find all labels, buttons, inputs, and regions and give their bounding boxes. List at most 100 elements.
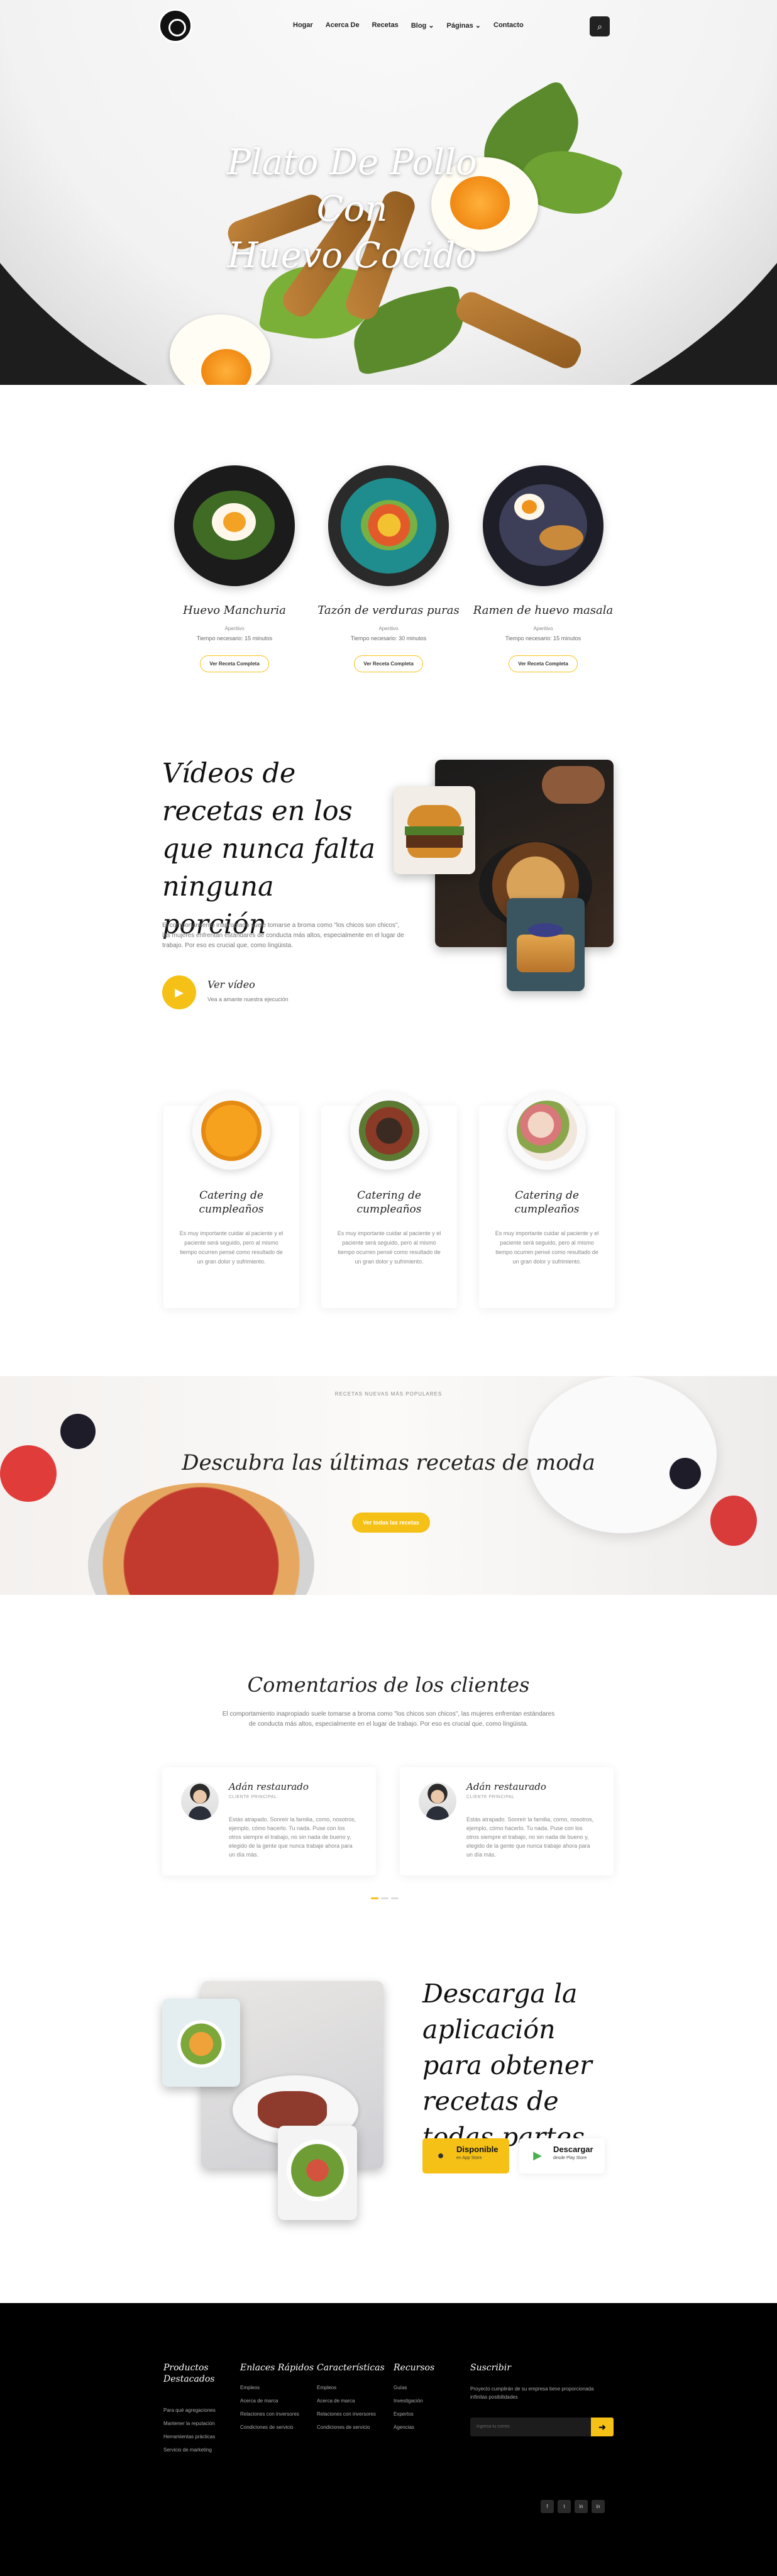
recipe-title: Ramen de huevo masala	[473, 604, 614, 617]
linkedin-icon[interactable]: in	[575, 2500, 588, 2513]
subscribe-submit-button[interactable]: ➜	[591, 2418, 614, 2436]
fruit-bowl-photo	[162, 1999, 240, 2087]
footer-link[interactable]: Herramientas prácticas	[163, 2434, 239, 2440]
salad-photo	[278, 2126, 357, 2220]
app-store-label: Disponible	[456, 2145, 499, 2154]
hero-section: Hogar Acerca De Recetas Blog ⌄ Páginas ⌄…	[0, 0, 777, 385]
subscribe-title: Suscribir	[470, 2363, 511, 2373]
catering-title: Catering de cumpleaños	[199, 1189, 264, 1216]
footer-link[interactable]: Mantener la reputación	[163, 2421, 239, 2426]
footer-link[interactable]: Para qué agregaciones	[163, 2407, 239, 2413]
footer-link[interactable]: Acerca de marca	[317, 2398, 392, 2404]
footer-column-title: Productos Destacados	[163, 2363, 215, 2384]
testimonial-role: CLIENTE PRINCIPAL	[466, 1795, 515, 1799]
footer-link[interactable]: Expertos	[394, 2411, 469, 2417]
footer-column: Productos Destacados Para qué agregacion…	[163, 2362, 239, 2460]
footer-column: Recursos Guías Investigación Expertos Ag…	[394, 2362, 469, 2438]
play-store-icon: ▶	[533, 2149, 542, 2162]
footer-subscribe: Suscribir Proyecto cumplirán de su empre…	[470, 2362, 621, 2436]
testimonials-title: Comentarios de los clientes	[247, 1673, 530, 1697]
footer-link[interactable]: Guías	[394, 2385, 469, 2390]
nav-item-contacto[interactable]: Contacto	[493, 21, 524, 30]
nav-item-paginas[interactable]: Páginas ⌄	[447, 21, 481, 30]
nav-item-blog-label: Blog	[411, 22, 427, 30]
banner-title: Descubra las últimas recetas de moda	[182, 1450, 595, 1475]
testimonial-name: Adán restaurado	[229, 1781, 309, 1792]
hero-title: Plato De Pollo Con Huevo Cocido	[189, 140, 515, 279]
recipe-image	[483, 465, 603, 586]
carousel-dot[interactable]	[381, 1897, 389, 1899]
play-video-button[interactable]: ▶	[162, 975, 196, 1009]
nav-item-recetas[interactable]: Recetas	[372, 21, 399, 30]
recipe-image	[328, 465, 449, 586]
recipe-time: Tiempo necesario: 15 minutos	[196, 635, 273, 641]
app-store-sub: en App Store	[456, 2156, 482, 2160]
recipe-card: Huevo Manchuria Aperitivo Tiempo necesar…	[153, 465, 316, 672]
testimonial-name: Adán restaurado	[466, 1781, 546, 1792]
footer-link[interactable]: Condiciones de servicio	[317, 2424, 392, 2430]
footer-link[interactable]: Empleos	[240, 2385, 316, 2390]
banner-kicker: RECETAS NUEVAS MÁS POPULARES	[334, 1391, 443, 1397]
recipe-card: Tazón de verduras puras Aperitivo Tiempo…	[307, 465, 470, 672]
view-recipe-button[interactable]: Ver Receta Completa	[200, 655, 269, 672]
footer-link[interactable]: Acerca de marca	[240, 2398, 316, 2404]
footer-link[interactable]: Relaciones con inversores	[240, 2411, 316, 2417]
carousel-dot[interactable]	[391, 1897, 399, 1899]
trending-banner	[0, 1376, 777, 1595]
search-icon: ⌕	[597, 21, 602, 31]
catering-text: Es muy importante cuidar al paciente y e…	[179, 1230, 284, 1265]
catering-card: Catering de cumpleaños Es muy importante…	[321, 1092, 457, 1308]
carousel-dot[interactable]	[371, 1897, 378, 1899]
site-logo[interactable]	[158, 9, 192, 43]
recipe-category: Aperitivo	[533, 626, 553, 631]
nav-item-hogar[interactable]: Hogar	[293, 21, 313, 30]
search-button[interactable]: ⌕	[590, 16, 610, 36]
strawberry	[710, 1496, 757, 1546]
nav-item-blog[interactable]: Blog ⌄	[411, 21, 434, 30]
pancakes-photo	[507, 898, 585, 991]
videos-title: Vídeos de recetas en los que nunca falta…	[162, 758, 376, 940]
catering-image	[350, 1092, 428, 1170]
top-navigation: Hogar Acerca De Recetas Blog ⌄ Páginas ⌄…	[0, 0, 777, 50]
play-icon: ▶	[175, 986, 184, 999]
main-menu: Hogar Acerca De Recetas Blog ⌄ Páginas ⌄…	[293, 21, 524, 30]
subscribe-text: Proyecto cumplirán de su empresa tiene p…	[470, 2386, 594, 2400]
footer-link[interactable]: Relaciones con inversores	[317, 2411, 392, 2417]
catering-image	[192, 1092, 270, 1170]
play-video-label[interactable]: Ver vídeo	[207, 979, 255, 991]
nav-item-acerca[interactable]: Acerca De	[326, 21, 360, 30]
footer-column: Enlaces Rápidos Empleos Acerca de marca …	[240, 2362, 316, 2438]
hero-title-line: Plato De Pollo Con	[227, 142, 477, 230]
testimonial-text: Estás atrapado. Sonreír la familia, como…	[466, 1816, 594, 1858]
avatar	[419, 1782, 456, 1820]
footer-link[interactable]: Condiciones de servicio	[240, 2424, 316, 2430]
play-store-label: Descargar	[553, 2145, 593, 2154]
play-store-button[interactable]: ▶ Descargar desde Play Store	[519, 2138, 605, 2174]
footer-link[interactable]: Agencias	[394, 2424, 469, 2430]
social-links: f t in in	[541, 2500, 605, 2513]
twitter-icon[interactable]: t	[558, 2500, 571, 2513]
view-recipe-button[interactable]: Ver Receta Completa	[354, 655, 423, 672]
footer-link[interactable]: Empleos	[317, 2385, 392, 2390]
footer-column-title: Características	[317, 2363, 385, 2373]
footer-column: Características Empleos Acerca de marca …	[317, 2362, 392, 2438]
carousel-dots	[371, 1897, 399, 1899]
subscribe-placeholder: Ingresa tu correo	[477, 2424, 510, 2429]
catering-text: Es muy importante cuidar al paciente y e…	[495, 1230, 599, 1265]
footer-link[interactable]: Servicio de marketing	[163, 2447, 239, 2453]
testimonials-description: El comportamiento inapropiado suele toma…	[222, 1711, 555, 1728]
subscribe-email-field[interactable]: Ingresa tu correo ➜	[470, 2418, 614, 2436]
footer-link[interactable]: Investigación	[394, 2398, 469, 2404]
recipe-card: Ramen de huevo masala Aperitivo Tiempo n…	[461, 465, 625, 672]
view-recipe-button[interactable]: Ver Receta Completa	[509, 655, 578, 672]
catering-title: Catering de cumpleaños	[356, 1189, 422, 1216]
recipe-title: Tazón de verduras puras	[317, 604, 460, 617]
facebook-icon[interactable]: f	[541, 2500, 554, 2513]
view-all-recipes-button[interactable]: Ver todas las recetas	[352, 1513, 430, 1533]
app-store-button[interactable]: ● Disponible en App Store	[422, 2138, 509, 2174]
apple-icon: ●	[437, 2149, 444, 2162]
testimonial-role: CLIENTE PRINCIPAL	[229, 1795, 277, 1799]
linkedin-icon[interactable]: in	[592, 2500, 605, 2513]
recipe-time: Tiempo necesario: 30 minutos	[350, 635, 427, 641]
catering-card: Catering de cumpleaños Es muy importante…	[163, 1092, 299, 1308]
